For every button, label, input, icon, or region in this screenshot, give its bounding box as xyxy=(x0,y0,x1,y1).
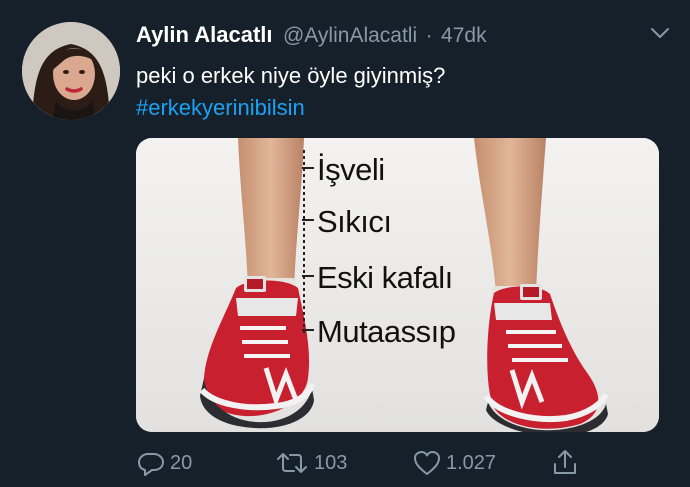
reply-icon xyxy=(138,453,164,476)
like-count: 1.027 xyxy=(446,451,497,474)
tweet-actions: 20 103 1.027 xyxy=(136,448,659,478)
share-icon xyxy=(554,450,576,474)
retweet-icon xyxy=(277,453,307,473)
avatar[interactable] xyxy=(22,22,120,120)
like-button[interactable]: 1.027 xyxy=(412,448,496,478)
hashtag-link[interactable]: #erkekyerinibilsin xyxy=(136,92,445,124)
reply-button[interactable]: 20 xyxy=(136,448,192,478)
retweet-count: 103 xyxy=(314,451,348,474)
tweet-image[interactable]: İşveli Sıkıcı Eski kafalı Mutaassıp xyxy=(136,138,659,432)
scale-label-isveli: İşveli xyxy=(317,152,385,187)
chevron-down-icon[interactable] xyxy=(648,24,672,42)
tweet-body: peki o erkek niye öyle giyinmiş? xyxy=(136,63,446,88)
scale-label-sikici: Sıkıcı xyxy=(317,204,392,239)
reply-count: 20 xyxy=(170,451,193,474)
scale-label-mutaassip: Mutaassıp xyxy=(317,314,456,349)
scale-label-eski-kafali: Eski kafalı xyxy=(317,260,453,295)
share-button[interactable] xyxy=(550,448,580,478)
author-handle[interactable]: @AylinAlacatli xyxy=(283,24,417,47)
tweet-text: peki o erkek niye öyle giyinmiş? #erkeky… xyxy=(136,60,445,124)
separator-dot: · xyxy=(425,24,433,47)
avatar-photo xyxy=(22,22,120,120)
tweet-header: Aylin Alacatlı @AylinAlacatli · 47dk xyxy=(136,22,670,52)
heart-icon xyxy=(414,451,440,475)
retweet-button[interactable]: 103 xyxy=(274,448,347,478)
author-name[interactable]: Aylin Alacatlı xyxy=(136,22,273,47)
timestamp[interactable]: 47dk xyxy=(441,24,487,47)
